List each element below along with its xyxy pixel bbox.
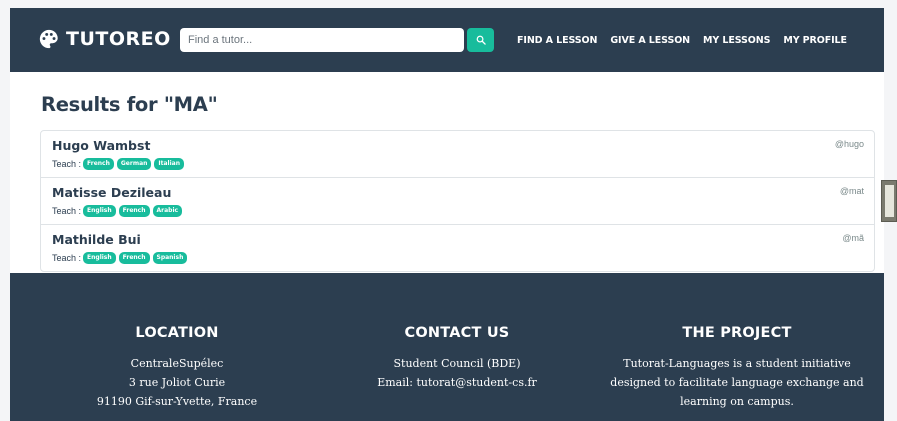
palette-icon [39,29,58,49]
language-badge: Arabic [152,205,183,217]
language-badge: English [83,252,116,264]
result-item-matisse[interactable]: Matisse Dezileau @mat Teach : English Fr… [41,178,874,225]
nav-links: FIND A LESSON GIVE A LESSON MY LESSONS M… [517,35,847,46]
results-list: Hugo Wambst @hugo Teach : French German … [40,130,875,272]
tutor-name: Hugo Wambst [52,138,151,153]
search-icon [476,35,486,45]
language-badge: French [83,158,114,170]
nav-find-lesson[interactable]: FIND A LESSON [517,35,597,46]
teach-row: Teach : English French Spanish [52,252,190,264]
footer: LOCATION CentraleSupélec 3 rue Joliot Cu… [10,273,884,421]
footer-text-line: 91190 Gif-sur-Yvette, France [96,395,258,408]
search-button[interactable] [467,28,494,52]
footer-location: LOCATION CentraleSupélec 3 rue Joliot Cu… [32,325,322,411]
tutor-handle: @hugo [834,139,864,149]
language-badge: German [116,158,152,170]
footer-location-title: LOCATION [135,325,219,341]
search-input[interactable] [180,28,464,52]
teach-row: Teach : French German Italian [52,158,187,170]
tutor-handle: @mat [839,186,864,196]
teach-label: Teach : [52,206,82,216]
nav-my-profile[interactable]: MY PROFILE [783,35,847,46]
results-title: Results for "MA" [41,93,218,116]
footer-project: THE PROJECT Tutorat-Languages is a stude… [592,325,882,411]
tutor-name: Matisse Dezileau [52,185,172,200]
footer-text-line: Tutorat-Languages is a student initiativ… [623,357,851,370]
footer-text-line: 3 rue Joliot Curie [128,376,226,389]
brand-link[interactable]: TUTOREO [38,28,171,50]
navbar: TUTOREO FIND A LESSON GIVE A LESSON MY L… [10,8,884,72]
nav-my-lessons[interactable]: MY LESSONS [703,35,770,46]
footer-project-title: THE PROJECT [682,325,792,341]
language-badge: Italian [154,158,184,170]
side-tab[interactable] [881,180,897,222]
page: TUTOREO FIND A LESSON GIVE A LESSON MY L… [10,8,884,421]
footer-text-line: CentraleSupélec [130,357,224,370]
language-badge: French [118,252,150,264]
result-item-mathilde[interactable]: Mathilde Bui @mã Teach : English French … [41,225,874,271]
tutor-handle: @mã [842,233,864,243]
footer-contact: CONTACT US Student Council (BDE) Email: … [312,325,602,392]
footer-text-line: learning on campus. [680,395,794,408]
language-badge: French [118,205,150,217]
language-badge: Spanish [152,252,188,264]
teach-label: Teach : [52,253,82,263]
brand-name: TUTOREO [66,28,171,50]
language-badge: English [83,205,116,217]
side-tab-label [885,185,894,217]
tutor-name: Mathilde Bui [52,232,141,247]
footer-text-line: designed to facilitate language exchange… [610,376,864,389]
nav-give-lesson[interactable]: GIVE A LESSON [610,35,690,46]
teach-label: Teach : [52,159,82,169]
footer-email[interactable]: Email: tutorat@student-cs.fr [312,373,602,392]
footer-text-line: Student Council (BDE) [393,357,521,370]
result-item-hugo[interactable]: Hugo Wambst @hugo Teach : French German … [41,131,874,178]
teach-row: Teach : English French Arabic [52,205,185,217]
footer-contact-title: CONTACT US [404,325,510,341]
